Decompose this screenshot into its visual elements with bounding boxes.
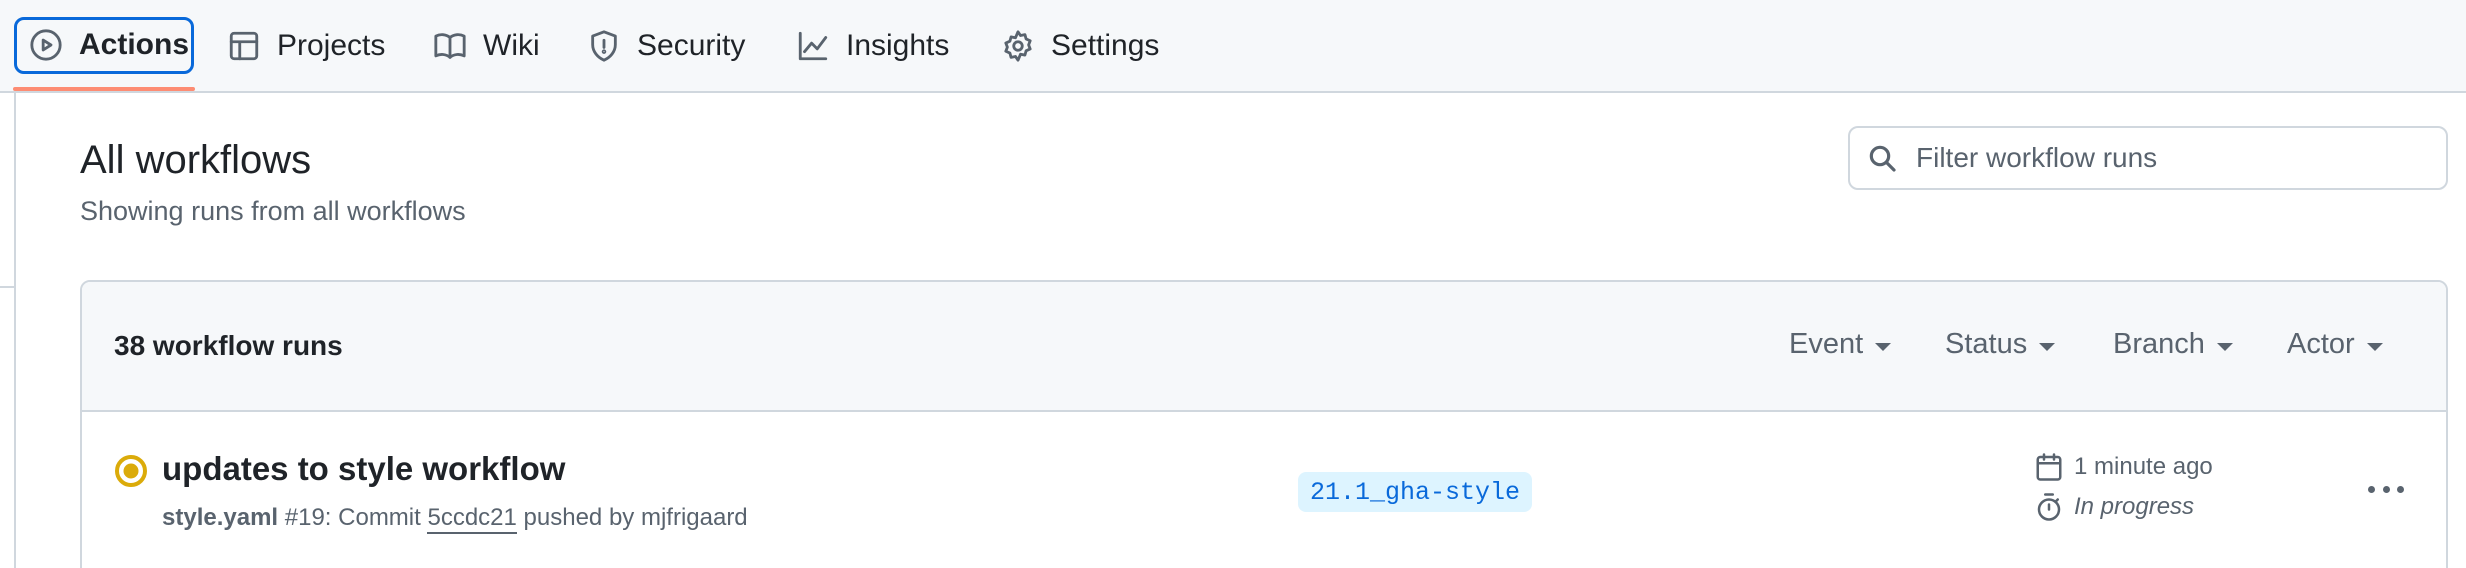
branch-label[interactable]: 21.1_gha-style — [1298, 472, 1533, 512]
sidebar-edge — [0, 93, 16, 568]
run-time-ago: 1 minute ago — [2074, 453, 2213, 480]
actor-filter-label: Actor — [2287, 328, 2355, 360]
branch-filter-label: Branch — [2113, 328, 2205, 360]
run-title-link[interactable]: updates to style workflow — [162, 450, 565, 488]
run-time: 1 minute ago — [2034, 452, 2213, 482]
chevron-down-icon — [2039, 342, 2056, 351]
tab-actions[interactable]: Actions — [0, 0, 200, 91]
run-meta: style.yaml #19: Commit 5ccdc21 pushed by… — [162, 504, 748, 534]
commit-prefix: : Commit — [324, 504, 421, 531]
runs-list-header: 38 workflow runs Event Status Branch Act… — [82, 282, 2446, 412]
graph-icon — [798, 31, 828, 60]
workflow-run-row[interactable]: updates to style workflow style.yaml #19… — [82, 412, 2446, 568]
in-progress-status-icon — [115, 455, 147, 487]
tab-insights-label: Insights — [846, 28, 950, 62]
kebab-dot — [2368, 485, 2375, 493]
stopwatch-icon — [2037, 493, 2061, 521]
tab-settings-label: Settings — [1051, 28, 1160, 62]
tab-wiki-label: Wiki — [483, 28, 540, 62]
status-filter-dropdown[interactable]: Status — [1945, 328, 2056, 361]
tab-projects[interactable]: Projects — [227, 0, 385, 91]
shield-icon — [591, 29, 617, 62]
tab-security-label: Security — [637, 28, 746, 62]
play-icon — [30, 29, 62, 61]
calendar-icon — [2036, 453, 2062, 481]
page-subtitle: Showing runs from all workflows — [80, 196, 466, 226]
sidebar-divider — [0, 286, 14, 288]
tab-security[interactable]: Security — [587, 0, 745, 91]
event-filter-label: Event — [1789, 328, 1864, 360]
tab-active-underline — [13, 87, 195, 91]
pushed-by: pushed by mjfrigaard — [523, 504, 748, 531]
chevron-down-icon — [2216, 342, 2233, 351]
run-number: #19 — [284, 504, 325, 531]
tab-projects-label: Projects — [277, 28, 386, 62]
table-icon — [229, 31, 259, 60]
actor-filter-dropdown[interactable]: Actor — [2287, 328, 2383, 361]
tab-actions-label: Actions — [79, 28, 190, 61]
workflow-runs-list: 38 workflow runs Event Status Branch Act… — [80, 280, 2448, 568]
book-icon — [434, 32, 466, 59]
event-filter-dropdown[interactable]: Event — [1789, 328, 1892, 361]
kebab-dot — [2382, 485, 2390, 493]
commit-sha-link[interactable]: 5ccdc21 — [427, 504, 517, 534]
tab-insights[interactable]: Insights — [796, 0, 949, 91]
filter-workflow-runs-field[interactable] — [1848, 126, 2448, 190]
status-filter-label: Status — [1945, 328, 2028, 360]
run-status-text: In progress — [2074, 493, 2195, 520]
run-duration-status: In progress — [2034, 492, 2194, 522]
runs-count: 38 workflow runs — [114, 330, 343, 361]
kebab-dot — [2397, 485, 2404, 493]
chevron-down-icon — [1875, 342, 1892, 351]
run-actions-menu-button[interactable] — [2364, 474, 2408, 504]
search-icon — [1869, 145, 1896, 172]
chevron-down-icon — [2366, 342, 2383, 351]
filter-workflow-runs-input[interactable] — [1916, 142, 2436, 174]
page-title: All workflows — [80, 138, 312, 182]
branch-filter-dropdown[interactable]: Branch — [2113, 328, 2233, 361]
workflow-file: style.yaml — [162, 504, 279, 531]
tab-wiki[interactable]: Wiki — [433, 0, 540, 91]
repo-tab-nav: Actions Projects Wiki Security Insights … — [0, 0, 2466, 93]
tab-settings[interactable]: Settings — [1001, 0, 1159, 91]
gear-icon — [1004, 29, 1032, 62]
